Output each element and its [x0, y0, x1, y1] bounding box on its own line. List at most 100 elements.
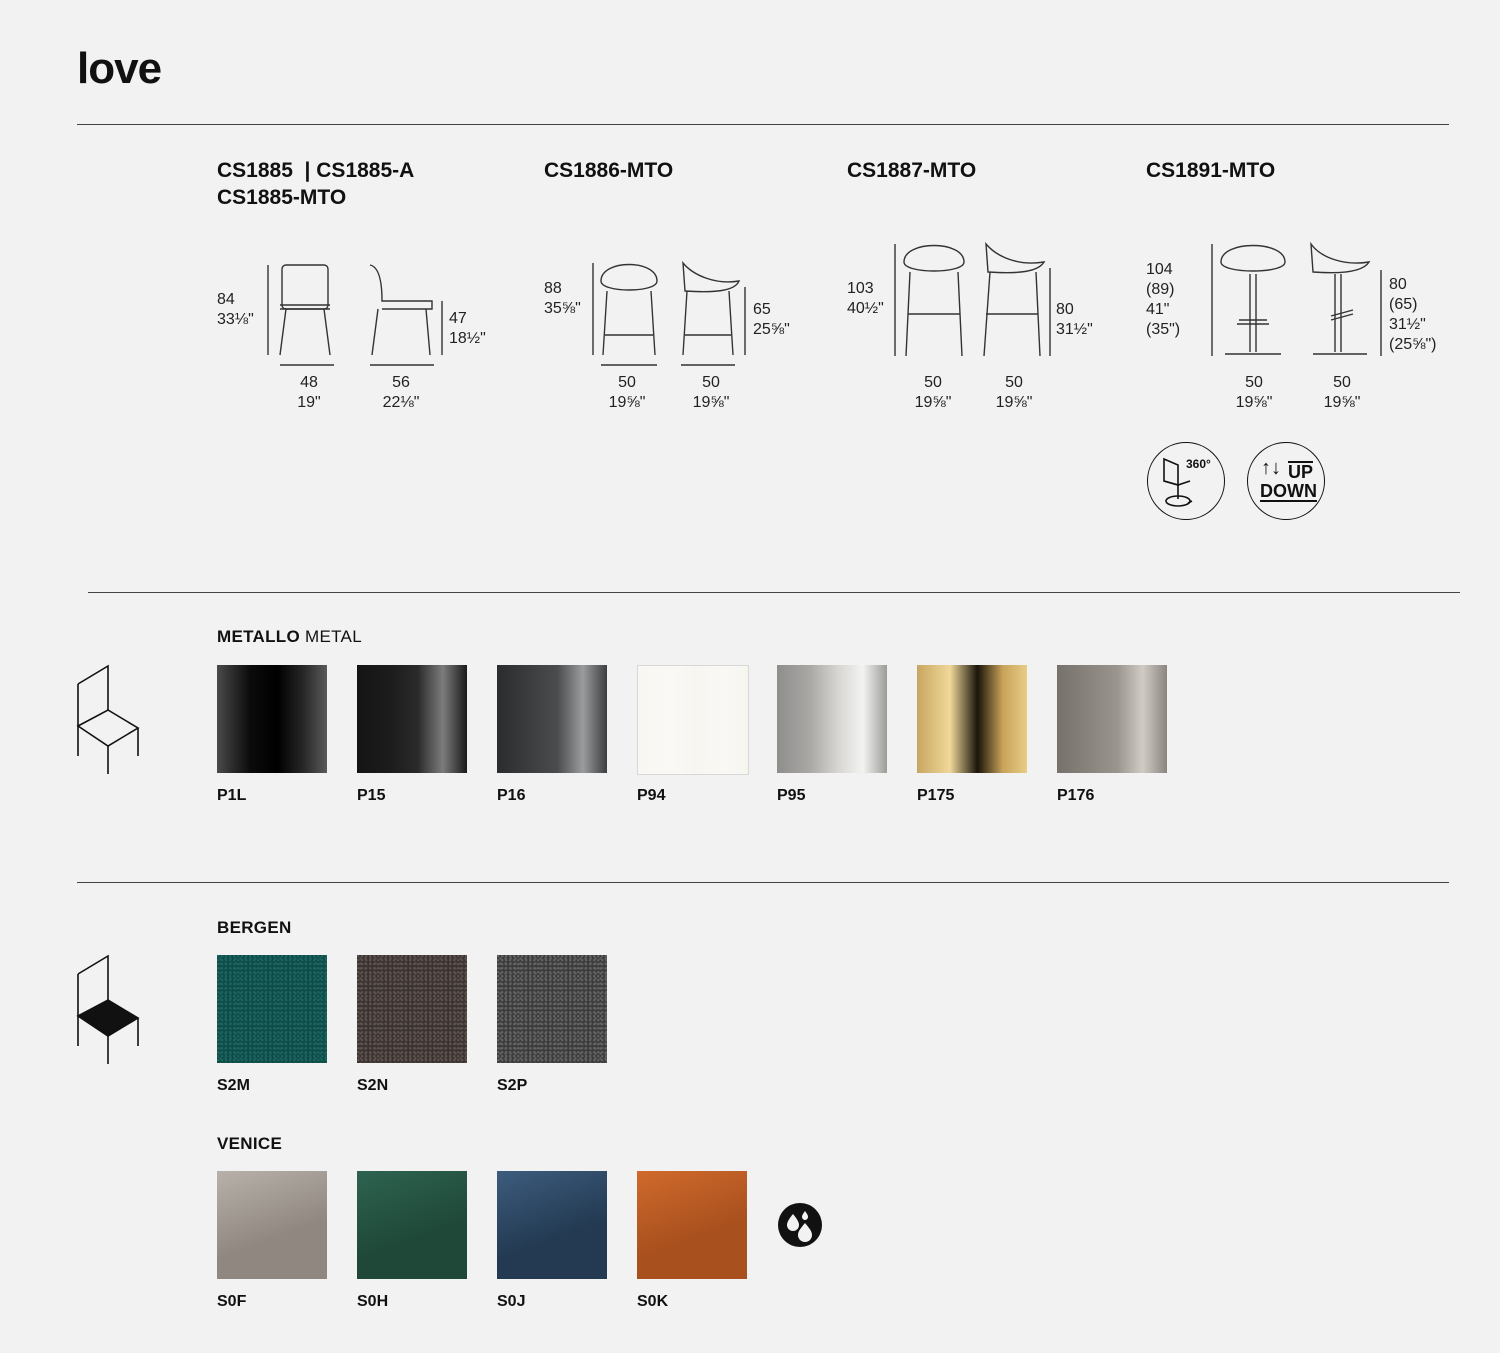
dim-mm: 103 — [847, 280, 874, 297]
stool-front-side-drawing — [592, 260, 746, 366]
seat-height-dimension: 80 (65) 31½" (25⅝") — [1389, 275, 1436, 355]
dim-in: 19⅝" — [995, 394, 1033, 411]
height-dimension: 104 (89) 41" (35") — [1146, 260, 1180, 340]
swatch-bergen[interactable] — [357, 955, 467, 1063]
chair-seat-icon — [76, 954, 140, 1064]
dim-mm: 56 — [392, 374, 410, 391]
depth-dimension: 56 22⅛" — [366, 373, 436, 413]
dim-mm: 88 — [544, 280, 562, 297]
model-code-line: CS1887-MTO — [847, 159, 977, 182]
swatch-code: P1L — [217, 787, 247, 804]
dim-in: 18½" — [449, 330, 486, 347]
bergen-section-title: BERGEN — [217, 918, 292, 937]
dim-mm: 84 — [217, 291, 235, 308]
dim-mm: 50 — [924, 374, 942, 391]
up-label: UP — [1288, 461, 1314, 482]
swatch-bergen[interactable] — [497, 955, 607, 1063]
swatch-metal[interactable] — [357, 665, 467, 773]
width-dimension: 50 19⅝" — [596, 373, 658, 413]
swatch-code: P175 — [917, 787, 955, 804]
dim-mm: 50 — [1245, 374, 1263, 391]
dim-in: 19⅝" — [1235, 394, 1273, 411]
dim-in: 40½" — [847, 300, 884, 317]
swatch-code: S0H — [357, 1293, 389, 1310]
dim-line: 80 — [1389, 276, 1407, 293]
swatch-bergen[interactable] — [217, 955, 327, 1063]
model-code-line: CS1886-MTO — [544, 159, 674, 182]
dim-in: 19" — [297, 394, 321, 411]
dim-mm: 50 — [1005, 374, 1023, 391]
swatch-code: S0J — [497, 1293, 526, 1310]
dim-line: (25⅝") — [1389, 336, 1437, 353]
dim-in: 35⅝" — [544, 300, 581, 317]
dim-mm: 50 — [702, 374, 720, 391]
dim-mm: 80 — [1056, 301, 1074, 318]
divider — [77, 882, 1449, 883]
model-code: CS1886-MTO — [544, 157, 673, 184]
water-repellent-icon — [778, 1203, 822, 1247]
seat-height-dimension: 65 25⅝" — [753, 300, 790, 340]
dim-in: 19⅝" — [1323, 394, 1361, 411]
height-dimension: 84 33⅛" — [217, 290, 254, 330]
height-dimension: 103 40½" — [847, 279, 884, 319]
swatch-metal[interactable] — [917, 665, 1027, 773]
divider — [77, 124, 1449, 125]
barstool-front-side-drawing — [894, 241, 1051, 357]
swatch-metal[interactable] — [217, 665, 327, 773]
model-code: CS1887-MTO — [847, 157, 976, 184]
page-title: love — [77, 44, 162, 93]
dim-line: 104 — [1146, 261, 1173, 278]
model-code-line: CS1885-MTO — [217, 186, 347, 209]
swatch-venice[interactable] — [217, 1171, 327, 1279]
metal-section-title: METALLO METAL — [217, 627, 362, 647]
height-adjust-badge: ↑↓ UP DOWN — [1247, 442, 1325, 520]
dim-mm: 50 — [618, 374, 636, 391]
width-dimension: 50 19⅝" — [902, 373, 964, 413]
down-label: DOWN — [1260, 481, 1317, 502]
swatch-code: P176 — [1057, 787, 1095, 804]
swatch-venice[interactable] — [497, 1171, 607, 1279]
swatch-code: P15 — [357, 787, 386, 804]
model-code: CS1885 | CS1885-A CS1885-MTO — [217, 157, 414, 211]
width-dimension: 48 19" — [276, 373, 342, 413]
divider — [88, 592, 1460, 593]
venice-section-title: VENICE — [217, 1134, 283, 1153]
dim-line: (89) — [1146, 281, 1175, 298]
swatch-code: P94 — [637, 787, 666, 804]
swivel-stool-front-side-drawing — [1211, 241, 1382, 356]
chair-frame-icon — [76, 664, 140, 774]
swatch-metal[interactable] — [497, 665, 607, 773]
model-code: CS1891-MTO — [1146, 157, 1275, 184]
dim-mm: 50 — [1333, 374, 1351, 391]
swatch-venice[interactable] — [637, 1171, 747, 1279]
dim-line: (65) — [1389, 296, 1418, 313]
dim-line: 41" — [1146, 301, 1170, 318]
dim-mm: 65 — [753, 301, 771, 318]
height-dimension: 88 35⅝" — [544, 279, 581, 319]
dim-in: 19⅝" — [692, 394, 730, 411]
dim-in: 22⅛" — [382, 394, 420, 411]
swatch-metal[interactable] — [777, 665, 887, 773]
dim-in: 31½" — [1056, 321, 1093, 338]
swatch-code: P16 — [497, 787, 526, 804]
swatch-venice[interactable] — [357, 1171, 467, 1279]
width-dimension: 50 19⅝" — [1223, 373, 1285, 413]
dim-line: 31½" — [1389, 316, 1426, 333]
depth-dimension: 50 19⅝" — [1311, 373, 1373, 413]
seat-height-dimension: 47 18½" — [449, 309, 486, 349]
swatch-code: P95 — [777, 787, 806, 804]
swatch-code: S0F — [217, 1293, 247, 1310]
model-code-line: CS1891-MTO — [1146, 159, 1276, 182]
swivel-label: 360° — [1186, 457, 1211, 471]
swatch-metal[interactable] — [1057, 665, 1167, 773]
title-bold: METALLO — [217, 627, 300, 646]
dim-in: 19⅝" — [608, 394, 646, 411]
depth-dimension: 50 19⅝" — [680, 373, 742, 413]
swatch-metal[interactable] — [637, 665, 749, 775]
swatch-code: S2P — [497, 1077, 528, 1094]
seat-height-dimension: 80 31½" — [1056, 300, 1093, 340]
model-code-line: CS1885 | CS1885-A — [217, 159, 415, 182]
swatch-code: S0K — [637, 1293, 669, 1310]
up-down-icon: ↑↓ — [1261, 457, 1281, 479]
depth-dimension: 50 19⅝" — [983, 373, 1045, 413]
